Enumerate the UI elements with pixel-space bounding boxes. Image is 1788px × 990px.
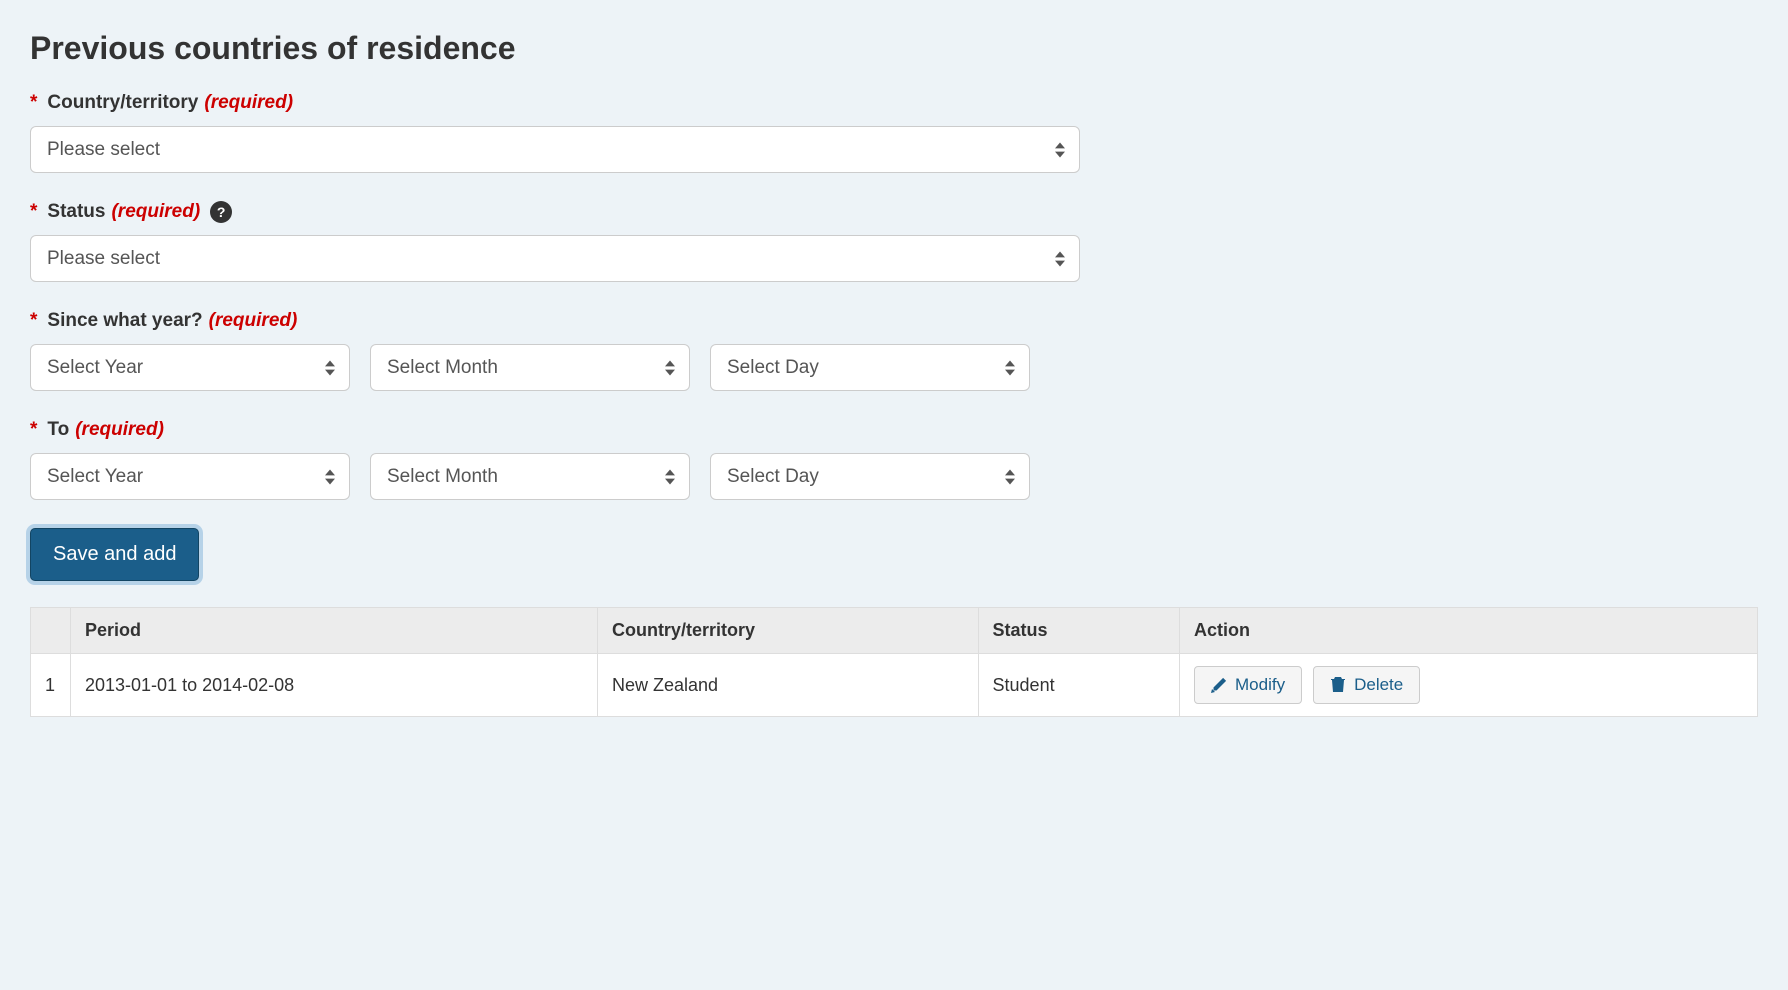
delete-button[interactable]: Delete bbox=[1313, 666, 1420, 704]
col-action-header: Action bbox=[1180, 608, 1758, 654]
since-year-select[interactable]: Select Year bbox=[30, 344, 350, 391]
status-label-row: * Status (required) ? bbox=[30, 201, 1758, 223]
country-select[interactable]: Please select bbox=[30, 126, 1080, 173]
required-text: (required) bbox=[209, 310, 298, 332]
col-index-header bbox=[31, 608, 71, 654]
to-year-select[interactable]: Select Year bbox=[30, 453, 350, 500]
required-star: * bbox=[30, 92, 37, 114]
to-month-select[interactable]: Select Month bbox=[370, 453, 690, 500]
col-status-header: Status bbox=[978, 608, 1179, 654]
row-status: Student bbox=[978, 654, 1179, 717]
table-row: 1 2013-01-01 to 2014-02-08 New Zealand S… bbox=[31, 654, 1758, 717]
required-star: * bbox=[30, 201, 37, 223]
page-title: Previous countries of residence bbox=[30, 30, 1758, 67]
col-country-header: Country/territory bbox=[597, 608, 978, 654]
residence-table: Period Country/territory Status Action 1… bbox=[30, 607, 1758, 717]
since-date-row: Select Year Select Month Select Day bbox=[30, 344, 1758, 391]
col-period-header: Period bbox=[71, 608, 598, 654]
help-icon[interactable]: ? bbox=[210, 201, 232, 223]
to-label: To bbox=[47, 419, 69, 441]
since-group: * Since what year? (required) Select Yea… bbox=[30, 310, 1758, 391]
status-label: Status bbox=[47, 201, 105, 223]
required-text: (required) bbox=[204, 92, 293, 114]
to-label-row: * To (required) bbox=[30, 419, 1758, 441]
country-label-row: * Country/territory (required) bbox=[30, 92, 1758, 114]
country-group: * Country/territory (required) Please se… bbox=[30, 92, 1758, 173]
status-group: * Status (required) ? Please select bbox=[30, 201, 1758, 282]
modify-label: Modify bbox=[1235, 675, 1285, 695]
modify-button[interactable]: Modify bbox=[1194, 666, 1302, 704]
required-star: * bbox=[30, 419, 37, 441]
to-day-select[interactable]: Select Day bbox=[710, 453, 1030, 500]
to-date-row: Select Year Select Month Select Day bbox=[30, 453, 1758, 500]
pencil-icon bbox=[1211, 677, 1227, 693]
row-period: 2013-01-01 to 2014-02-08 bbox=[71, 654, 598, 717]
required-text: (required) bbox=[111, 201, 200, 223]
row-country: New Zealand bbox=[597, 654, 978, 717]
trash-icon bbox=[1330, 677, 1346, 693]
row-action-cell: Modify Delete bbox=[1180, 654, 1758, 717]
required-star: * bbox=[30, 310, 37, 332]
row-index: 1 bbox=[31, 654, 71, 717]
required-text: (required) bbox=[75, 419, 164, 441]
since-label-row: * Since what year? (required) bbox=[30, 310, 1758, 332]
since-day-select[interactable]: Select Day bbox=[710, 344, 1030, 391]
since-label: Since what year? bbox=[47, 310, 202, 332]
save-and-add-button[interactable]: Save and add bbox=[30, 528, 199, 581]
status-select[interactable]: Please select bbox=[30, 235, 1080, 282]
country-label: Country/territory bbox=[47, 92, 198, 114]
delete-label: Delete bbox=[1354, 675, 1403, 695]
since-month-select[interactable]: Select Month bbox=[370, 344, 690, 391]
to-group: * To (required) Select Year Select Month… bbox=[30, 419, 1758, 500]
